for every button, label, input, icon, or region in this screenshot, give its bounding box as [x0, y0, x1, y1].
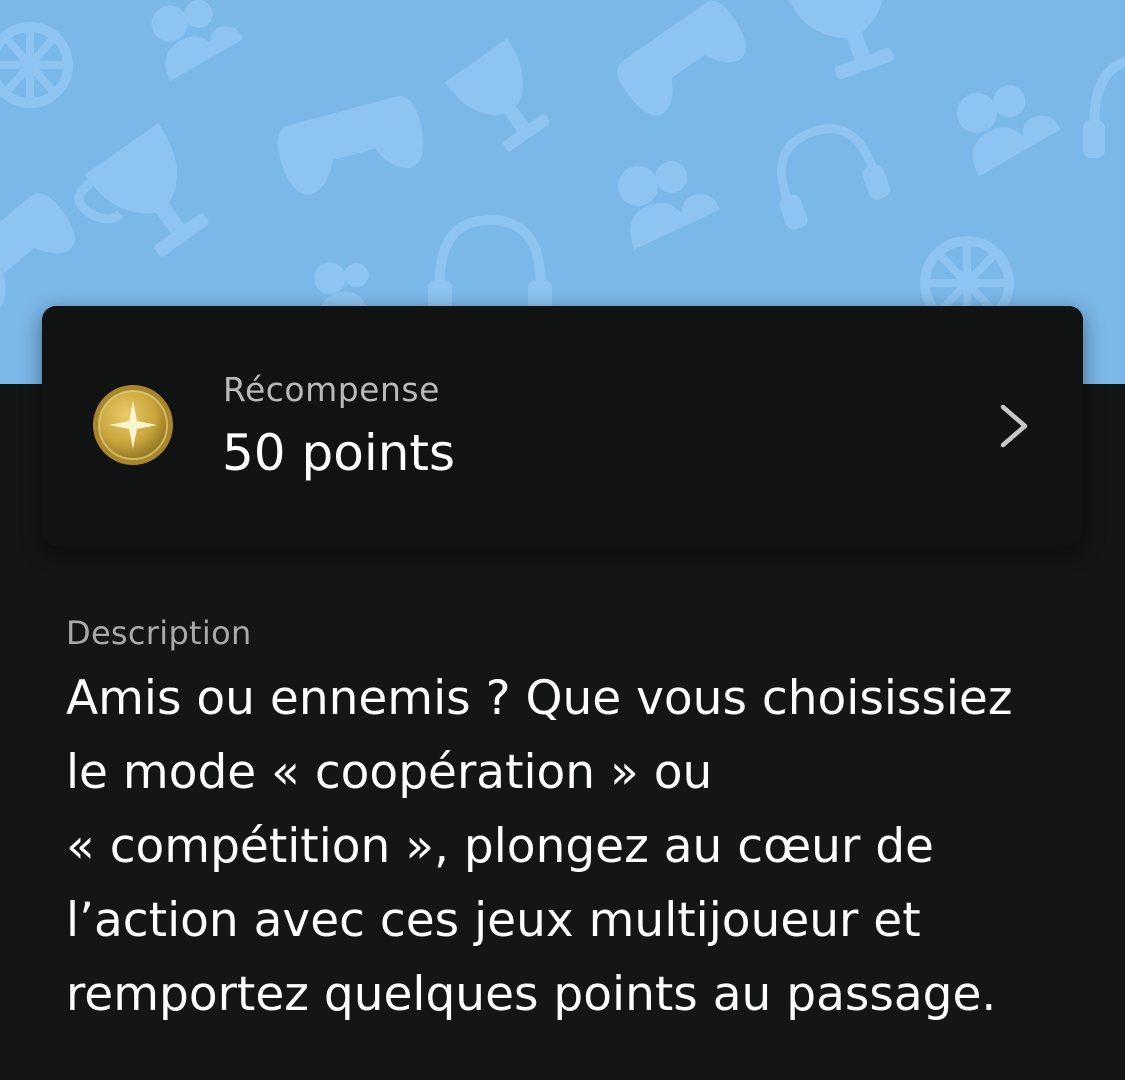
description-line: remportez quelques points au passage.	[66, 967, 997, 1022]
gold-star-coin-icon	[93, 385, 173, 465]
reward-label: Récompense	[223, 370, 440, 409]
headset-icon	[776, 124, 891, 230]
controller-icon	[277, 96, 424, 195]
description-label: Description	[66, 614, 252, 652]
friends-icon	[151, 0, 244, 81]
globe-icon	[0, 22, 73, 108]
headset-icon	[428, 214, 552, 318]
reward-points-value: 50 points	[222, 424, 456, 482]
description-text: Amis ou ennemis ? Que vous choisissiez l…	[66, 662, 1066, 1032]
controller-icon	[0, 193, 75, 313]
trophy-icon	[74, 123, 209, 257]
trophy-icon	[784, 0, 894, 80]
description-line: le mode « coopération » ou	[66, 745, 713, 800]
trophy-icon	[444, 38, 550, 151]
description-line: Amis ou ennemis ? Que vous choisissiez	[66, 671, 1013, 726]
headset-icon	[1083, 57, 1125, 158]
controller-icon	[617, 0, 746, 116]
description-line: l’action avec ces jeux multijoueur et	[66, 893, 921, 948]
reward-card[interactable]: Récompense 50 points	[42, 306, 1083, 546]
friends-icon	[956, 85, 1061, 177]
friends-icon	[618, 161, 720, 250]
description-line: « compétition », plongez au cœur de	[66, 819, 934, 874]
chevron-right-icon[interactable]	[992, 402, 1032, 450]
